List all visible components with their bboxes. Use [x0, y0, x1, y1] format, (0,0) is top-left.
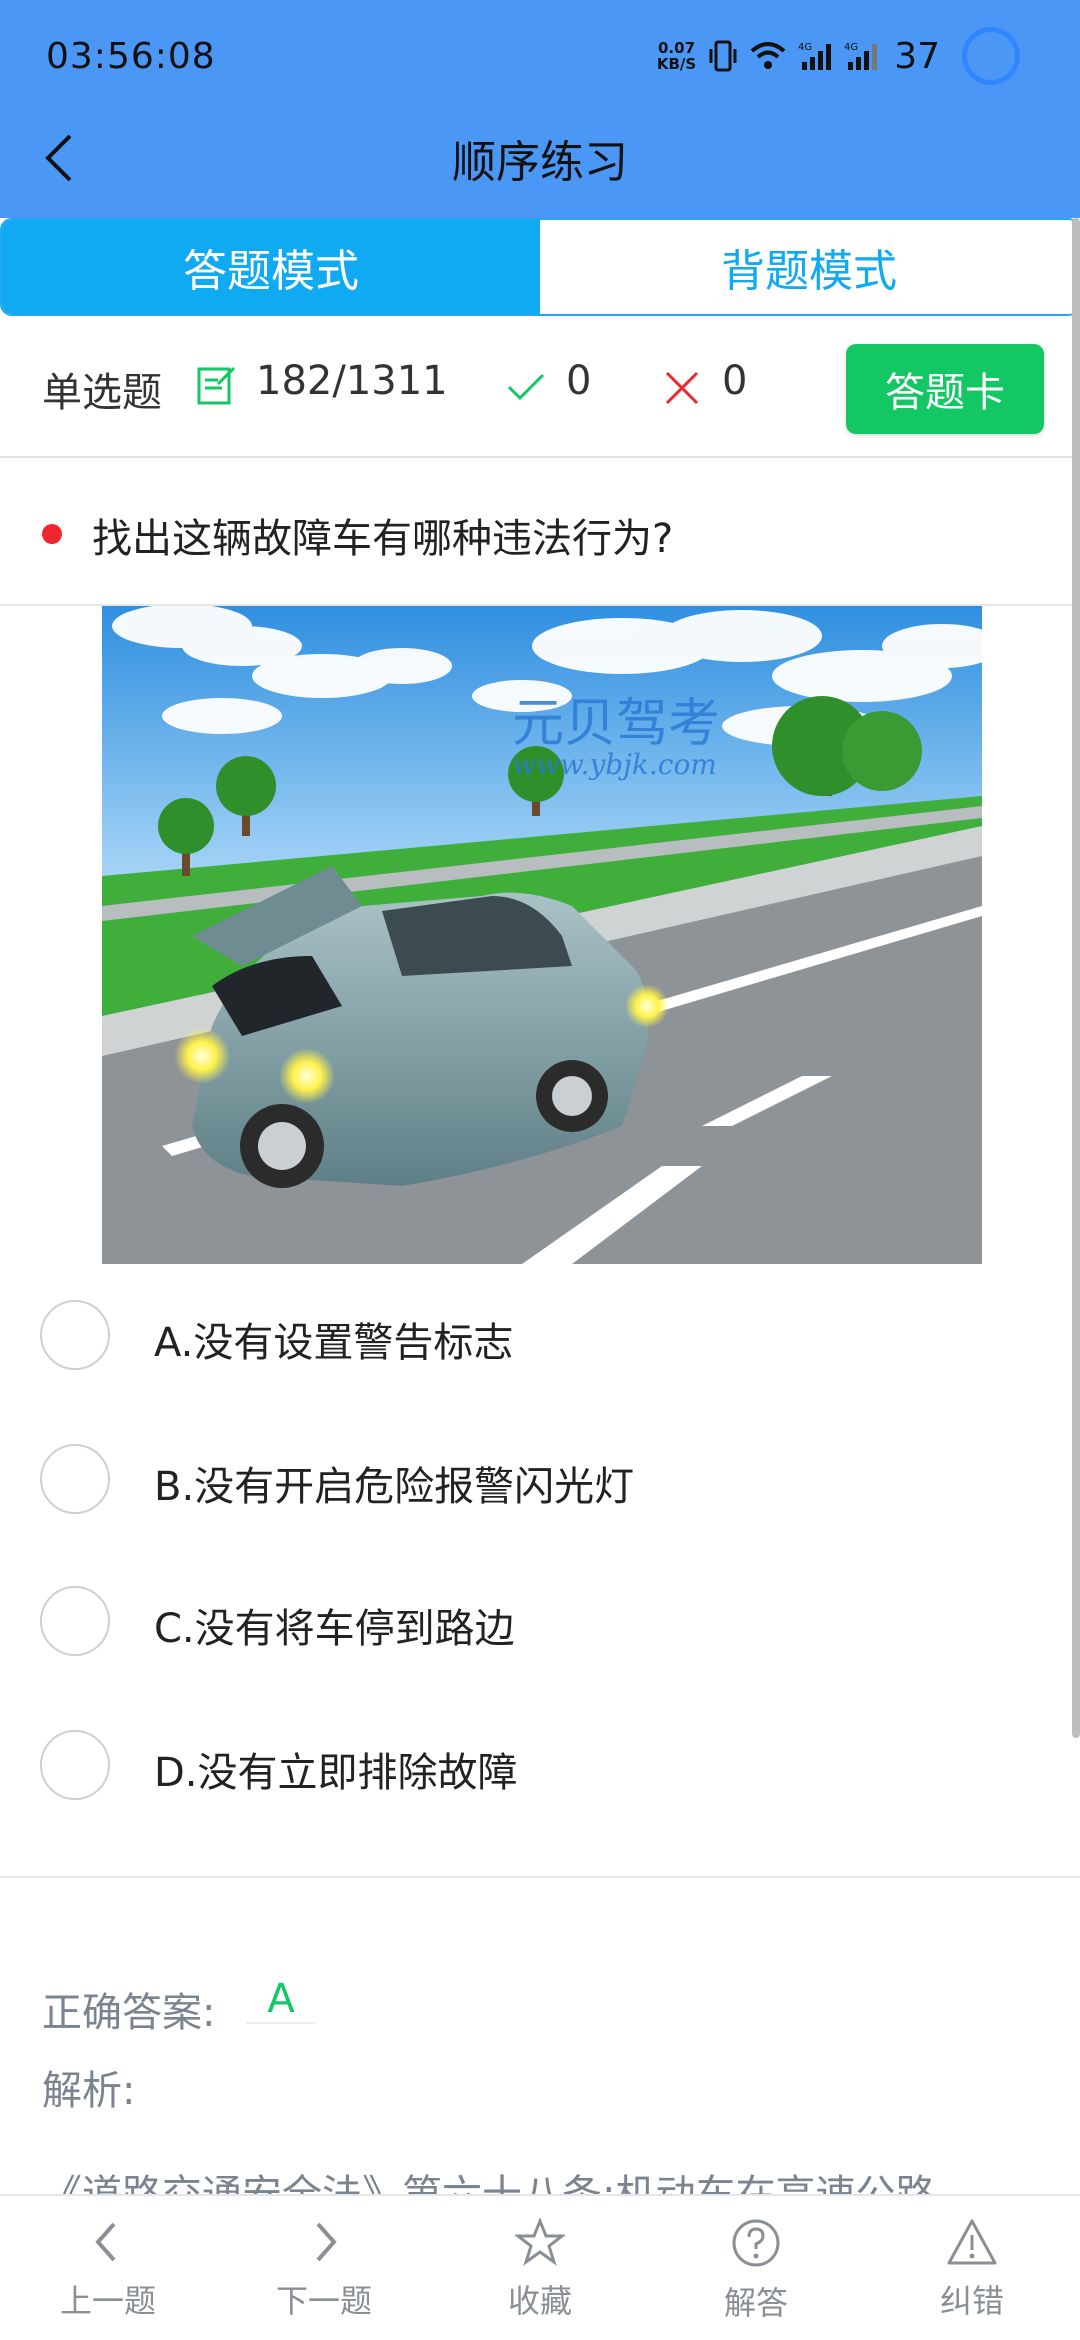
network-speed: 0.07 KB/S: [656, 39, 697, 73]
prev-question-button[interactable]: 上一题: [0, 2196, 216, 2340]
analysis-label: 解析:: [42, 2068, 136, 2114]
radio-option-c[interactable]: [40, 1586, 110, 1656]
chevron-left-icon: [95, 2222, 116, 2262]
correct-count: 0: [566, 358, 592, 404]
next-question-label: 下一题: [275, 2282, 372, 2320]
star-icon: [515, 2218, 565, 2266]
option-d[interactable]: D.没有立即排除故障: [0, 1714, 1080, 1814]
option-b-text: B.没有开启危险报警闪光灯: [154, 1464, 635, 1510]
wifi-icon: [750, 41, 786, 71]
svg-text:4G: 4G: [844, 42, 858, 53]
correct-answer-value: A: [246, 1976, 316, 2024]
favorite-label: 收藏: [507, 2282, 572, 2320]
correct-answer-label: 正确答案:: [42, 1990, 216, 2036]
signal-4g-icon: 4G: [798, 40, 832, 72]
tab-answer-mode[interactable]: 答题模式: [2, 220, 540, 314]
bottom-toolbar: 上一题 下一题 收藏 解答 纠错: [0, 2194, 1080, 2340]
watermark-url: www.ybjk.com: [512, 748, 717, 781]
edit-note-icon: [196, 364, 238, 410]
radio-option-a[interactable]: [40, 1300, 110, 1370]
wrong-count: 0: [722, 358, 748, 404]
question-circle-icon: [732, 2219, 780, 2267]
chevron-right-icon: [316, 2222, 337, 2262]
report-error-label: 纠错: [939, 2282, 1004, 2320]
option-c-text: C.没有将车停到路边: [154, 1606, 515, 1652]
question-row: 找出这辆故障车有哪种违法行为?: [0, 460, 1080, 606]
favorite-button[interactable]: 收藏: [432, 2196, 648, 2340]
prev-question-label: 上一题: [59, 2282, 156, 2320]
explain-label: 解答: [723, 2284, 788, 2322]
battery-level: 37: [894, 35, 940, 77]
scrollbar[interactable]: [1072, 218, 1080, 1738]
vibrate-icon: [708, 39, 738, 73]
option-b[interactable]: B.没有开启危险报警闪光灯: [0, 1428, 1080, 1528]
tab-review-mode[interactable]: 背题模式: [540, 220, 1078, 314]
radio-option-b[interactable]: [40, 1444, 110, 1514]
svg-text:4G: 4G: [798, 42, 812, 53]
radio-option-d[interactable]: [40, 1730, 110, 1800]
question-text: 找出这辆故障车有哪种违法行为?: [92, 516, 674, 562]
close-icon: [664, 370, 700, 410]
next-question-button[interactable]: 下一题: [216, 2196, 432, 2340]
option-d-text: D.没有立即排除故障: [154, 1750, 518, 1796]
watermark-title: 元贝驾考: [512, 694, 720, 754]
option-a-text: A.没有设置警告标志: [154, 1320, 514, 1366]
question-progress: 182/1311: [256, 358, 448, 404]
question-type: 单选题: [42, 370, 162, 416]
report-error-button[interactable]: 纠错: [864, 2196, 1080, 2340]
app-header: 03:56:08 0.07 KB/S 4G 4G 37 顺序练习: [0, 0, 1080, 218]
option-c[interactable]: C.没有将车停到路边: [0, 1570, 1080, 1670]
page-title: 顺序练习: [452, 137, 628, 188]
question-marker-dot: [42, 524, 62, 544]
status-time: 03:56:08: [46, 36, 216, 77]
answer-card-button[interactable]: 答题卡: [846, 344, 1044, 434]
explain-button[interactable]: 解答: [648, 2196, 864, 2340]
signal-4g-icon-2: 4G: [844, 40, 878, 72]
loading-ring-icon: [962, 27, 1020, 85]
option-a[interactable]: A.没有设置警告标志: [0, 1284, 1080, 1384]
status-icons: 0.07 KB/S 4G 4G 37: [657, 26, 1020, 86]
warning-triangle-icon: [947, 2219, 997, 2265]
section-divider: [0, 1876, 1080, 1878]
check-icon: [506, 372, 546, 406]
question-image: 元贝驾考 www.ybjk.com: [102, 606, 982, 1264]
mode-tabs: 答题模式 背题模式: [0, 218, 1080, 316]
